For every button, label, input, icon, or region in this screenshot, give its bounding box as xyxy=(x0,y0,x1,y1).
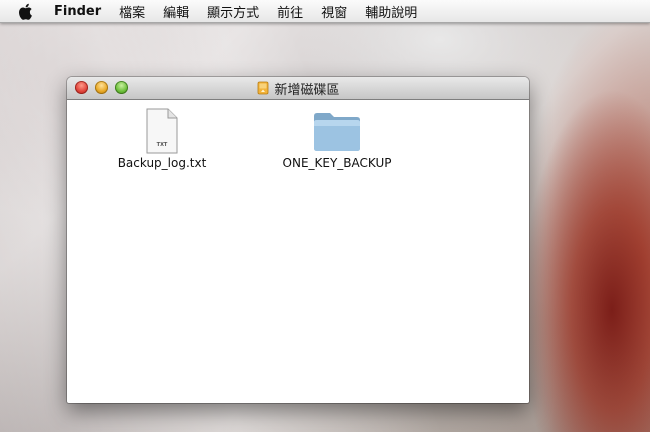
window-title: 新增磁碟區 xyxy=(274,82,340,98)
text-file-icon: TXT xyxy=(146,108,178,154)
folder-item-one-key-backup[interactable]: ONE_KEY_BACKUP xyxy=(267,108,407,170)
menu-file[interactable]: 檔案 xyxy=(119,2,145,21)
menu-edit[interactable]: 編輯 xyxy=(163,2,189,21)
menu-bar: Finder 檔案 編輯 顯示方式 前往 視窗 輔助說明 xyxy=(0,0,650,23)
file-item-backup-log[interactable]: TXT Backup_log.txt xyxy=(107,108,217,170)
menu-app-finder[interactable]: Finder xyxy=(54,4,101,19)
window-title-area: 新增磁碟區 xyxy=(67,77,529,99)
menu-view[interactable]: 顯示方式 xyxy=(207,2,259,21)
apple-icon[interactable] xyxy=(16,1,34,21)
window-titlebar[interactable]: 新增磁碟區 xyxy=(67,77,529,100)
finder-window: 新增磁碟區 TXT Backup_log.txt ONE_KEY_BACKUP xyxy=(67,77,529,403)
folder-icon xyxy=(314,113,360,151)
external-drive-icon xyxy=(258,81,269,95)
file-badge: TXT xyxy=(157,142,168,148)
menu-help[interactable]: 輔助說明 xyxy=(365,2,417,21)
menu-window[interactable]: 視窗 xyxy=(321,2,347,21)
folder-name: ONE_KEY_BACKUP xyxy=(282,156,392,170)
file-name: Backup_log.txt xyxy=(117,156,207,170)
menu-go[interactable]: 前往 xyxy=(277,2,303,21)
